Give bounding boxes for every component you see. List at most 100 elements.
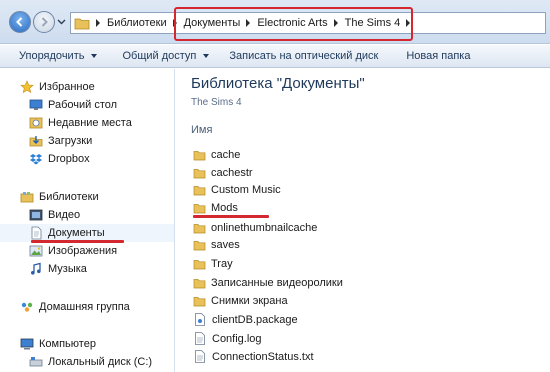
item-name: saves — [211, 238, 240, 251]
list-item-folder[interactable]: Снимки экрана — [193, 292, 288, 309]
nav-libraries[interactable]: Библиотеки — [0, 188, 174, 206]
item-name: cachestr — [211, 166, 253, 179]
red-underline-documents — [31, 240, 124, 243]
nav-item-dropbox[interactable]: Dropbox — [0, 150, 174, 168]
pictures-icon — [29, 245, 43, 257]
documents-icon — [31, 226, 42, 240]
back-button[interactable] — [9, 11, 31, 33]
list-item-folder-mods[interactable]: Mods — [193, 199, 238, 216]
address-row: Библиотеки Документы Electronic Arts The… — [0, 0, 550, 44]
folder-icon — [74, 18, 90, 30]
list-item-file[interactable]: ConnectionStatus.txt — [193, 348, 314, 365]
list-item-folder[interactable]: Tray — [193, 255, 233, 272]
list-item-folder[interactable]: saves — [193, 236, 240, 253]
nav-item-label: Локальный диск (C:) — [48, 356, 153, 368]
nav-favorites-label: Избранное — [39, 81, 95, 93]
item-name: cache — [211, 148, 241, 161]
breadcrumb-libraries[interactable]: Библиотеки — [107, 17, 167, 29]
burn-label: Записать на оптический диск — [229, 50, 379, 62]
item-name: onlinethumbnailcache — [211, 221, 318, 234]
breadcrumb-documents[interactable]: Документы — [184, 17, 241, 29]
folder-icon — [193, 185, 206, 195]
breadcrumb-separator[interactable] — [333, 19, 338, 27]
organize-label: Упорядочить — [19, 50, 85, 62]
folder-icon — [193, 223, 206, 233]
content-pane: Библиотека "Документы" The Sims 4 Имя ca… — [176, 69, 550, 372]
desktop-icon — [29, 99, 43, 110]
recent-pages-chevron-icon[interactable] — [57, 17, 66, 26]
breadcrumb-separator[interactable] — [172, 19, 177, 27]
item-name: Записанные видеоролики — [211, 276, 343, 289]
nav-item-music[interactable]: Музыка — [0, 260, 174, 278]
folder-icon — [193, 259, 206, 269]
breadcrumb-electronic-arts[interactable]: Electronic Arts — [257, 17, 327, 29]
folder-icon — [193, 240, 206, 250]
dropbox-icon — [30, 154, 42, 165]
item-name: Mods — [211, 201, 238, 214]
list-item-file[interactable]: Config.log — [193, 330, 262, 347]
list-item-folder[interactable]: Custom Music — [193, 181, 281, 198]
list-item-folder[interactable]: cache — [193, 146, 240, 163]
nav-item-local-disk-c[interactable]: Локальный диск (C:) — [0, 353, 174, 371]
arrow-right-icon — [41, 17, 48, 27]
folder-icon — [193, 150, 206, 160]
address-bar[interactable]: Библиотеки Документы Electronic Arts The… — [70, 12, 546, 34]
hard-drive-icon — [29, 357, 43, 367]
item-name: Config.log — [212, 332, 262, 345]
breadcrumb-separator[interactable] — [96, 19, 100, 27]
computer-icon — [20, 338, 34, 350]
nav-item-desktop[interactable]: Рабочий стол — [0, 96, 174, 114]
nav-libraries-label: Библиотеки — [39, 191, 99, 203]
nav-item-recent-places[interactable]: Недавние места — [0, 114, 174, 132]
text-file-icon — [195, 350, 205, 363]
item-name: Custom Music — [211, 183, 281, 196]
nav-item-video[interactable]: Видео — [0, 206, 174, 224]
nav-computer[interactable]: Компьютер — [0, 335, 174, 353]
list-item-folder[interactable]: onlinethumbnailcache — [193, 219, 317, 236]
forward-button[interactable] — [33, 11, 55, 33]
share-label: Общий доступ — [122, 50, 197, 62]
dropdown-arrow-icon — [203, 54, 210, 58]
star-icon — [20, 80, 34, 94]
nav-favorites[interactable]: Избранное — [0, 78, 174, 96]
recent-places-icon — [29, 117, 43, 129]
list-item-folder[interactable]: cachestr — [193, 164, 253, 181]
breadcrumb-separator[interactable] — [406, 19, 411, 27]
nav-homegroup[interactable]: Домашняя группа — [0, 298, 174, 316]
red-underline-mods — [193, 215, 269, 218]
new-folder-button[interactable]: Новая папка — [406, 50, 470, 62]
navigation-pane: Избранное Рабочий стол Недавние места За… — [0, 69, 175, 372]
nav-item-pictures[interactable]: Изображения — [0, 242, 174, 260]
item-name: Tray — [211, 257, 233, 270]
nav-item-label: Видео — [48, 209, 81, 221]
burn-button[interactable]: Записать на оптический диск — [229, 50, 378, 62]
nav-item-label: Рабочий стол — [48, 99, 118, 111]
music-note-icon — [31, 262, 41, 275]
nav-item-label: Dropbox — [48, 153, 90, 165]
folder-icon — [193, 168, 206, 178]
text-file-icon — [195, 332, 205, 345]
nav-item-label: Документы — [48, 227, 105, 239]
library-subtitle: The Sims 4 — [191, 97, 242, 108]
command-bar: Упорядочить Общий доступ Записать на опт… — [0, 45, 550, 68]
column-header-name[interactable]: Имя — [191, 124, 212, 136]
list-item-file[interactable]: clientDB.package — [193, 311, 298, 328]
nav-item-downloads[interactable]: Загрузки — [0, 132, 174, 150]
breadcrumb-separator[interactable] — [246, 19, 251, 27]
package-file-icon — [195, 313, 205, 326]
downloads-icon — [29, 136, 43, 147]
item-name: Снимки экрана — [211, 294, 288, 307]
nav-computer-label: Компьютер — [39, 338, 96, 350]
arrow-left-icon — [16, 17, 23, 27]
library-title: Библиотека "Документы" — [191, 75, 365, 92]
breadcrumb-the-sims-4[interactable]: The Sims 4 — [345, 17, 401, 29]
new-folder-label: Новая папка — [406, 50, 471, 62]
folder-icon — [193, 278, 206, 288]
folder-icon — [193, 203, 206, 213]
libraries-icon — [20, 192, 34, 203]
item-name: ConnectionStatus.txt — [212, 350, 314, 363]
share-button[interactable]: Общий доступ — [122, 50, 210, 62]
nav-item-label: Недавние места — [48, 117, 132, 129]
organize-button[interactable]: Упорядочить — [19, 50, 98, 62]
list-item-folder[interactable]: Записанные видеоролики — [193, 274, 343, 291]
